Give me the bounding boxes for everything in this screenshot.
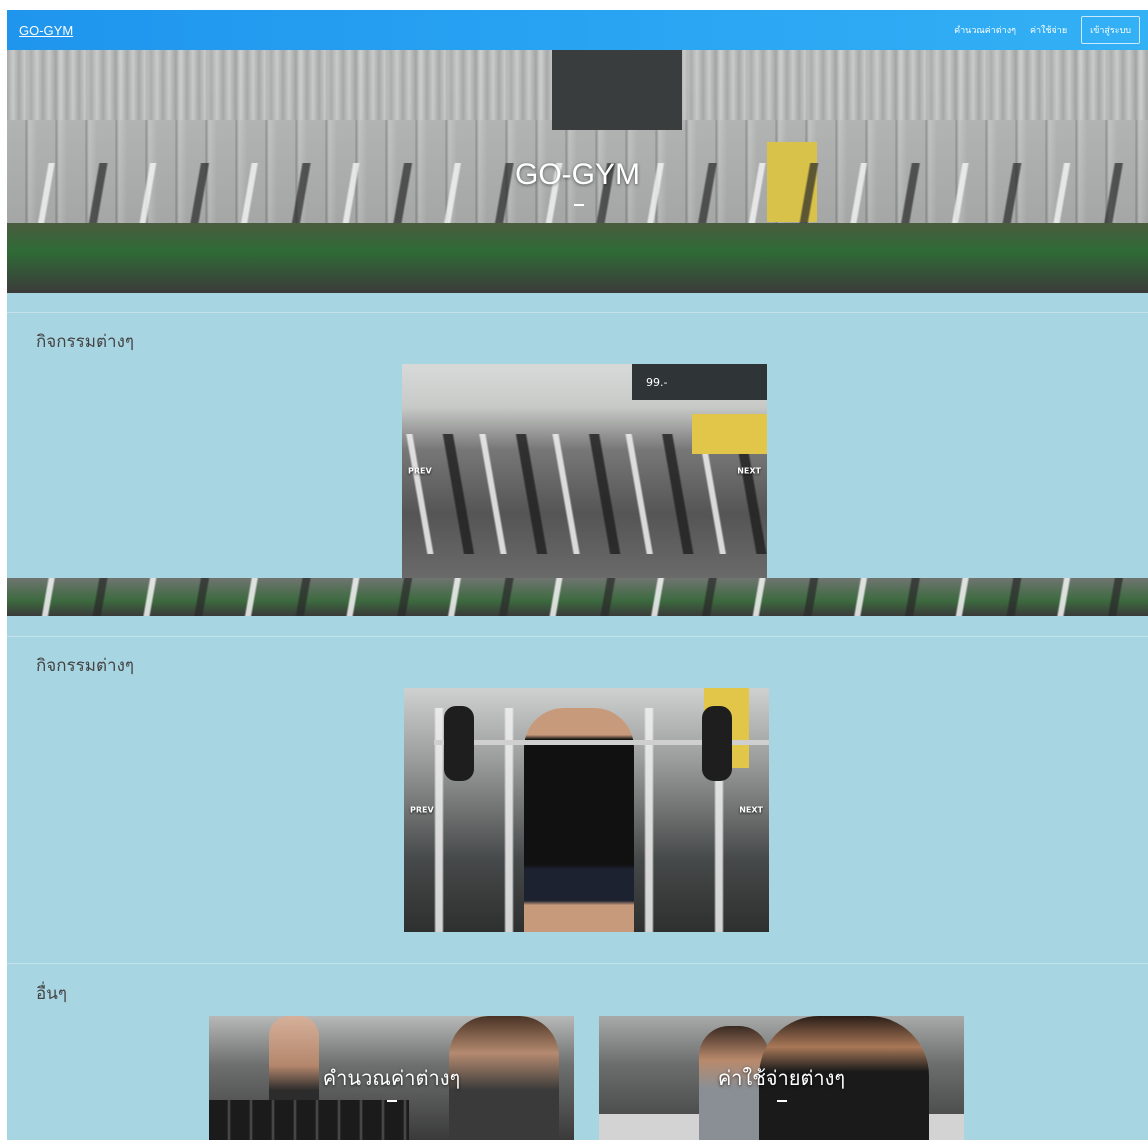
navbar: GO-GYM คำนวณค่าต่างๆ ค่าใช้จ่าย เข้าสู่ร… bbox=[7, 10, 1148, 50]
nav-links: คำนวณค่าต่างๆ ค่าใช้จ่าย เข้าสู่ระบบ bbox=[954, 16, 1140, 44]
parallax-strip bbox=[7, 578, 1148, 616]
hero-banner: GO-GYM bbox=[7, 50, 1148, 293]
section-heading-activities: กิจกรรมต่างๆ bbox=[36, 332, 135, 352]
carousel-image-plate bbox=[444, 706, 474, 781]
card-title: ค่าใช้จ่ายต่างๆ bbox=[717, 1066, 846, 1090]
section-divider bbox=[7, 636, 1148, 637]
card-image-dumbbells bbox=[209, 1100, 409, 1140]
card-expenses[interactable]: ค่าใช้จ่ายต่างๆ bbox=[599, 1016, 964, 1140]
carousel-next-button[interactable]: NEXT bbox=[739, 806, 763, 815]
hero-image-banner bbox=[552, 50, 682, 130]
poster-price: 99.- bbox=[646, 376, 668, 389]
section-divider bbox=[7, 312, 1148, 313]
carousel-prev-button[interactable]: PREV bbox=[410, 806, 434, 815]
carousel-poster: 99.- bbox=[632, 364, 767, 400]
activities-carousel-1[interactable]: 99.- PREV NEXT bbox=[402, 364, 767, 578]
card-title-underline bbox=[387, 1100, 397, 1102]
carousel-prev-button[interactable]: PREV bbox=[408, 467, 432, 476]
section-heading-activities: กิจกรรมต่างๆ bbox=[36, 656, 135, 676]
card-title: คำนวณค่าต่างๆ bbox=[322, 1066, 461, 1090]
login-button[interactable]: เข้าสู่ระบบ bbox=[1081, 16, 1140, 44]
nav-link-expenses[interactable]: ค่าใช้จ่าย bbox=[1030, 23, 1067, 37]
hero-title-underline bbox=[574, 204, 584, 206]
page-frame: GO-GYM คำนวณค่าต่างๆ ค่าใช้จ่าย เข้าสู่ร… bbox=[7, 10, 1148, 1140]
activities-carousel-2[interactable]: PREV NEXT bbox=[404, 688, 769, 932]
carousel-image-sign bbox=[692, 414, 767, 454]
hero-title: GO-GYM bbox=[515, 158, 640, 191]
nav-link-calculate[interactable]: คำนวณค่าต่างๆ bbox=[954, 23, 1016, 37]
carousel-image-plate bbox=[702, 706, 732, 781]
carousel-next-button[interactable]: NEXT bbox=[737, 467, 761, 476]
section-divider bbox=[7, 963, 1148, 964]
brand-link[interactable]: GO-GYM bbox=[19, 23, 73, 38]
card-calculate[interactable]: คำนวณค่าต่างๆ bbox=[209, 1016, 574, 1140]
hero-image-floor bbox=[7, 223, 1148, 293]
card-title-underline bbox=[777, 1100, 787, 1102]
section-heading-others: อื่นๆ bbox=[36, 984, 67, 1004]
